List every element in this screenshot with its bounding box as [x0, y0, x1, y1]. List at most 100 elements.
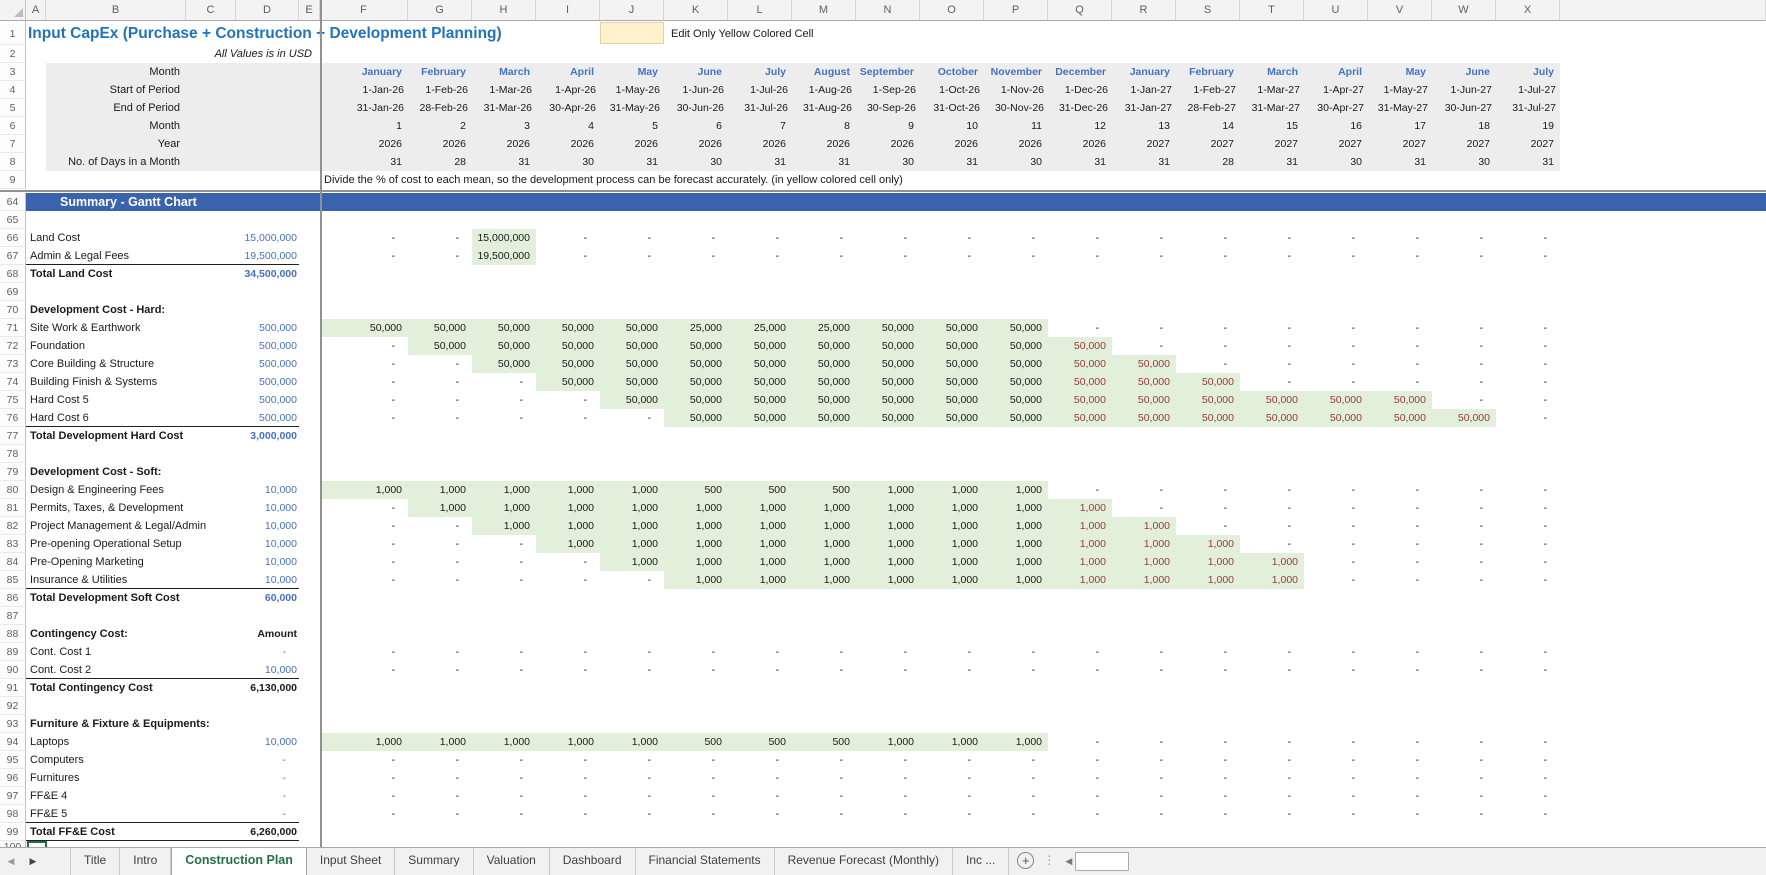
cell-I98[interactable]: - [536, 805, 600, 823]
cell-Q97[interactable]: - [1048, 787, 1112, 805]
cell-M81[interactable]: 1,000 [792, 499, 856, 517]
row-header-98[interactable]: 98 [0, 805, 26, 823]
cell-O89[interactable]: - [920, 643, 984, 661]
cell-H73[interactable]: 50,000 [472, 355, 536, 373]
cell-X3[interactable]: July [1496, 63, 1560, 81]
cell-T72[interactable]: - [1240, 337, 1304, 355]
cell-U66[interactable]: - [1304, 229, 1368, 247]
cell-O96[interactable]: - [920, 769, 984, 787]
cell-R80[interactable]: - [1112, 481, 1176, 499]
cell-O80[interactable]: 1,000 [920, 481, 984, 499]
row-label[interactable]: Foundation [26, 337, 236, 355]
cell-I81[interactable]: 1,000 [536, 499, 600, 517]
cell-P98[interactable]: - [984, 805, 1048, 823]
cell-W81[interactable]: - [1432, 499, 1496, 517]
cell-P5[interactable]: 30-Nov-26 [984, 99, 1048, 117]
cell-F81[interactable]: - [320, 499, 408, 517]
amount-cell[interactable]: 34,500,000 [236, 265, 299, 283]
cell-Q73[interactable]: 50,000 [1048, 355, 1112, 373]
cell-P67[interactable]: - [984, 247, 1048, 265]
cell-F7[interactable]: 2026 [320, 135, 408, 153]
section-band[interactable]: Summary - Gantt Chart [26, 193, 1766, 211]
hscroll-thumb[interactable] [1075, 852, 1130, 871]
cell-R5[interactable]: 31-Jan-27 [1112, 99, 1176, 117]
cell-W85[interactable]: - [1432, 571, 1496, 589]
cell-G66[interactable]: - [408, 229, 472, 247]
cell-K66[interactable]: - [664, 229, 728, 247]
row-label[interactable]: Contingency Cost: [26, 625, 236, 643]
row-header-92[interactable]: 92 [0, 697, 26, 715]
cell-V82[interactable]: - [1368, 517, 1432, 535]
cell-W4[interactable]: 1-Jun-27 [1432, 81, 1496, 99]
cell-I72[interactable]: 50,000 [536, 337, 600, 355]
cell-N76[interactable]: 50,000 [856, 409, 920, 427]
cell-S98[interactable]: - [1176, 805, 1240, 823]
cell-Q8[interactable]: 31 [1048, 153, 1112, 171]
cell-G71[interactable]: 50,000 [408, 319, 472, 337]
cell-H67[interactable]: 19,500,000 [472, 247, 536, 265]
cell-W7[interactable]: 2027 [1432, 135, 1496, 153]
cell-I73[interactable]: 50,000 [536, 355, 600, 373]
amount-cell[interactable]: - [236, 751, 299, 769]
cell-S6[interactable]: 14 [1176, 117, 1240, 135]
cell-G98[interactable]: - [408, 805, 472, 823]
col-header-Q[interactable]: Q [1048, 0, 1112, 21]
amount-cell[interactable]: - [236, 805, 299, 823]
cell-W71[interactable]: - [1432, 319, 1496, 337]
col-header-M[interactable]: M [792, 0, 856, 21]
cell-I6[interactable]: 4 [536, 117, 600, 135]
cell-O97[interactable]: - [920, 787, 984, 805]
cell-V76[interactable]: 50,000 [1368, 409, 1432, 427]
cell-M96[interactable]: - [792, 769, 856, 787]
cell-W75[interactable]: - [1432, 391, 1496, 409]
cell-R83[interactable]: 1,000 [1112, 535, 1176, 553]
cell-W74[interactable]: - [1432, 373, 1496, 391]
row-label[interactable]: Hard Cost 5 [26, 391, 236, 409]
cell-R97[interactable]: - [1112, 787, 1176, 805]
amount-cell[interactable]: 10,000 [236, 661, 299, 679]
row-header-72[interactable]: 72 [0, 337, 26, 355]
cell-J85[interactable]: - [600, 571, 664, 589]
cell-H72[interactable]: 50,000 [472, 337, 536, 355]
cell-O85[interactable]: 1,000 [920, 571, 984, 589]
col-header-S[interactable]: S [1176, 0, 1240, 21]
cell-J90[interactable]: - [600, 661, 664, 679]
cell-U98[interactable]: - [1304, 805, 1368, 823]
cell-P96[interactable]: - [984, 769, 1048, 787]
cell-L80[interactable]: 500 [728, 481, 792, 499]
cell-H8[interactable]: 31 [472, 153, 536, 171]
row-header-99[interactable]: 99 [0, 823, 26, 841]
cell-Q76[interactable]: 50,000 [1048, 409, 1112, 427]
cell-Q81[interactable]: 1,000 [1048, 499, 1112, 517]
cell-R3[interactable]: January [1112, 63, 1176, 81]
cell-O90[interactable]: - [920, 661, 984, 679]
cell-O84[interactable]: 1,000 [920, 553, 984, 571]
cell-W66[interactable]: - [1432, 229, 1496, 247]
cell-J75[interactable]: 50,000 [600, 391, 664, 409]
row-header-2[interactable]: 2 [0, 45, 26, 63]
cell-S97[interactable]: - [1176, 787, 1240, 805]
cell-X83[interactable]: - [1496, 535, 1560, 553]
cell-F66[interactable]: - [320, 229, 408, 247]
cell-X85[interactable]: - [1496, 571, 1560, 589]
tab-input-sheet[interactable]: Input Sheet [307, 848, 396, 875]
cell-N82[interactable]: 1,000 [856, 517, 920, 535]
cell-U81[interactable]: - [1304, 499, 1368, 517]
cell-P6[interactable]: 11 [984, 117, 1048, 135]
cell-G89[interactable]: - [408, 643, 472, 661]
row-label[interactable]: Building Finish & Systems [26, 373, 236, 391]
cell-K6[interactable]: 6 [664, 117, 728, 135]
col-header-K[interactable]: K [664, 0, 728, 21]
cell-X80[interactable]: - [1496, 481, 1560, 499]
cell-P80[interactable]: 1,000 [984, 481, 1048, 499]
cell-W84[interactable]: - [1432, 553, 1496, 571]
cell-P90[interactable]: - [984, 661, 1048, 679]
cell-H3[interactable]: March [472, 63, 536, 81]
row-label[interactable]: Total Development Hard Cost [26, 427, 236, 445]
cell-O95[interactable]: - [920, 751, 984, 769]
cell-S66[interactable]: - [1176, 229, 1240, 247]
cell-O74[interactable]: 50,000 [920, 373, 984, 391]
cell-Q7[interactable]: 2026 [1048, 135, 1112, 153]
row-header-79[interactable]: 79 [0, 463, 26, 481]
cell-J73[interactable]: 50,000 [600, 355, 664, 373]
